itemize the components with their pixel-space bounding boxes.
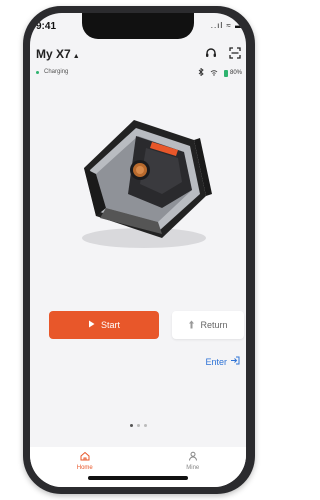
home-indicator — [88, 476, 188, 480]
page-indicator — [30, 424, 246, 427]
home-icon — [80, 451, 90, 463]
dropdown-caret-icon: ▲ — [72, 53, 80, 60]
enter-arrow-icon — [230, 356, 240, 367]
support-headset-icon[interactable] — [204, 46, 218, 60]
mower-image — [66, 98, 216, 258]
page-dot — [129, 424, 133, 427]
status-time: 9:41 — [36, 21, 57, 32]
charging-label: Charging — [44, 69, 69, 75]
status-dot-icon — [36, 70, 39, 74]
status-icons: ..ıl ≈ ▬ — [210, 21, 244, 30]
app-screen: 9:41 ..ıl ≈ ▬ My X7 ▲ Charging 80% Start… — [30, 13, 246, 487]
page-dot — [136, 424, 140, 427]
play-icon — [88, 320, 95, 330]
battery-level: 80% — [229, 70, 242, 76]
bottom-tab-bar: Home Mine — [30, 447, 246, 487]
connection-status: 80% — [198, 67, 242, 78]
wifi-icon — [210, 69, 218, 78]
start-button[interactable]: Start — [49, 311, 159, 339]
tab-mine[interactable]: Mine — [186, 451, 199, 471]
header-actions — [204, 46, 242, 60]
notch — [82, 13, 194, 39]
tab-home[interactable]: Home — [77, 451, 93, 471]
device-selector[interactable]: My X7 ▲ — [36, 47, 80, 61]
charging-status: Charging — [36, 69, 68, 75]
enter-label: Enter — [205, 356, 227, 367]
battery-indicator: 80% — [223, 69, 242, 77]
return-button[interactable]: Return — [172, 311, 244, 339]
page-dot — [143, 424, 147, 427]
user-icon — [188, 451, 198, 463]
enter-link[interactable]: Enter — [205, 356, 240, 367]
tab-mine-label: Mine — [186, 465, 200, 471]
return-icon — [188, 320, 195, 331]
device-name: My X7 — [36, 47, 71, 61]
battery-icon — [223, 69, 228, 77]
start-label: Start — [100, 320, 120, 330]
tab-home-label: Home — [76, 465, 93, 471]
bluetooth-icon — [198, 67, 204, 78]
scan-icon[interactable] — [228, 46, 242, 60]
return-label: Return — [200, 320, 228, 330]
